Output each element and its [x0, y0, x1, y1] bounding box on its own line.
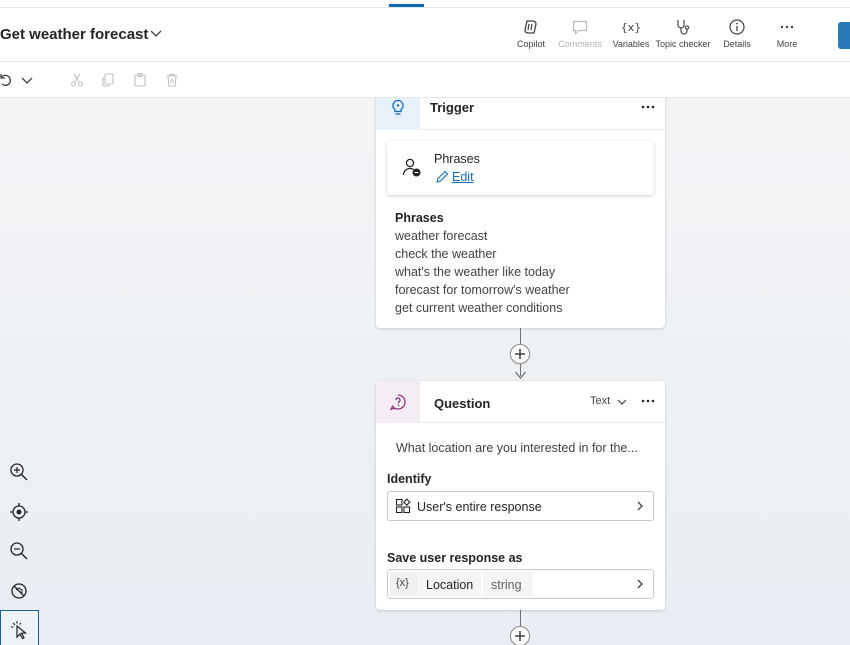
trigger-icon-cell [376, 98, 420, 130]
connector-line [520, 610, 521, 626]
phrase-item: what's the weather like today [395, 265, 556, 279]
more-icon [780, 25, 794, 29]
selection-mode-button[interactable] [0, 610, 39, 645]
variables-button[interactable]: {x} Variables [611, 18, 651, 54]
recenter-icon[interactable] [8, 501, 30, 523]
identify-label: Identify [387, 472, 432, 486]
topic-checker-label: Topic checker [655, 39, 711, 49]
connector-line [520, 328, 521, 344]
save-response-label: Save user response as [387, 551, 523, 565]
copy-icon[interactable] [100, 72, 116, 88]
phrase-item: check the weather [395, 247, 497, 261]
plus-icon [515, 349, 525, 359]
more-button[interactable]: More [772, 18, 802, 54]
response-type-value: Text [590, 395, 611, 407]
phrase-item: get current weather conditions [395, 301, 563, 315]
zoom-in-icon[interactable] [8, 461, 30, 483]
variable-type: string [491, 578, 522, 592]
variables-icon: {x} [622, 21, 640, 34]
phrases-list: Phrases weather forecast check the weath… [395, 209, 570, 317]
variable-icon-pill: {x} [390, 572, 418, 596]
comments-label: Comments [558, 39, 602, 49]
phrases-card-title: Phrases [434, 152, 480, 166]
identify-field[interactable]: User's entire response [387, 491, 654, 521]
phrase-item: forecast for tomorrow's weather [395, 283, 570, 297]
more-label: More [776, 39, 798, 49]
chevron-right-icon [637, 579, 643, 589]
pencil-icon[interactable] [435, 170, 449, 184]
entity-icon [395, 498, 411, 514]
comments-button[interactable]: Comments [556, 18, 604, 54]
authoring-canvas[interactable]: Trigger Phrases Edit Phrases weather for… [0, 98, 850, 645]
response-type-select[interactable]: Text [590, 395, 627, 407]
question-icon-cell [376, 381, 420, 423]
chevron-down-icon[interactable] [148, 25, 164, 41]
paste-icon[interactable] [132, 72, 148, 88]
copilot-button[interactable]: Copilot [512, 18, 550, 54]
identify-value: User's entire response [417, 500, 542, 514]
arrow-down-icon [515, 371, 526, 380]
copilot-label: Copilot [516, 39, 545, 49]
details-label: Details [723, 39, 751, 49]
page-title: Get weather forecast [0, 26, 149, 43]
phrases-heading: Phrases [395, 211, 444, 225]
zoom-out-icon[interactable] [8, 540, 30, 562]
publish-button[interactable] [838, 22, 850, 49]
add-node-button[interactable] [510, 626, 530, 645]
comment-icon [572, 20, 588, 35]
lightbulb-icon [392, 99, 404, 115]
edit-toolbar [0, 62, 850, 98]
chevron-down-icon[interactable] [19, 72, 35, 88]
variables-label: Variables [612, 39, 650, 49]
variables-icon: {x} [396, 577, 409, 589]
minimap-off-icon[interactable] [8, 580, 30, 602]
question-title: Question [434, 396, 491, 411]
plus-icon [515, 631, 525, 641]
active-tab-indicator [389, 4, 424, 7]
more-icon[interactable] [640, 393, 656, 409]
divider [420, 422, 665, 423]
question-prompt-text[interactable]: What location are you interested in for … [396, 441, 638, 455]
topic-checker-button[interactable]: Topic checker [655, 18, 711, 54]
delete-icon[interactable] [164, 72, 180, 88]
divider [420, 129, 665, 130]
undo-icon[interactable] [0, 72, 13, 88]
save-variable-field[interactable]: {x} Location string [387, 569, 654, 599]
cut-icon[interactable] [69, 72, 85, 88]
svg-text:{x}: {x} [622, 21, 640, 34]
phrases-card[interactable]: Phrases Edit [387, 141, 654, 195]
trigger-node[interactable]: Trigger Phrases Edit Phrases weather for… [376, 98, 665, 328]
variable-name-pill: Location [419, 572, 481, 596]
phrase-item: weather forecast [395, 229, 488, 243]
top-tab-strip [0, 0, 850, 8]
trigger-title: Trigger [430, 100, 475, 115]
question-node[interactable]: Question Text What location are you inte… [376, 381, 665, 610]
more-icon[interactable] [640, 99, 656, 115]
info-icon [729, 19, 745, 35]
chevron-right-icon [637, 501, 643, 511]
copilot-icon [524, 20, 537, 34]
add-node-button[interactable] [510, 344, 530, 364]
person-message-icon [402, 158, 421, 177]
cursor-select-icon [11, 621, 28, 640]
details-button[interactable]: Details [720, 18, 754, 54]
chevron-down-icon [617, 399, 627, 405]
edit-phrases-link[interactable]: Edit [452, 170, 474, 184]
topic-header: Get weather forecast Copilot Comments {x… [0, 8, 850, 62]
variable-type-pill: string [483, 572, 533, 596]
question-bubble-icon [389, 394, 406, 411]
stethoscope-icon [677, 20, 690, 35]
variable-name: Location [426, 578, 474, 592]
